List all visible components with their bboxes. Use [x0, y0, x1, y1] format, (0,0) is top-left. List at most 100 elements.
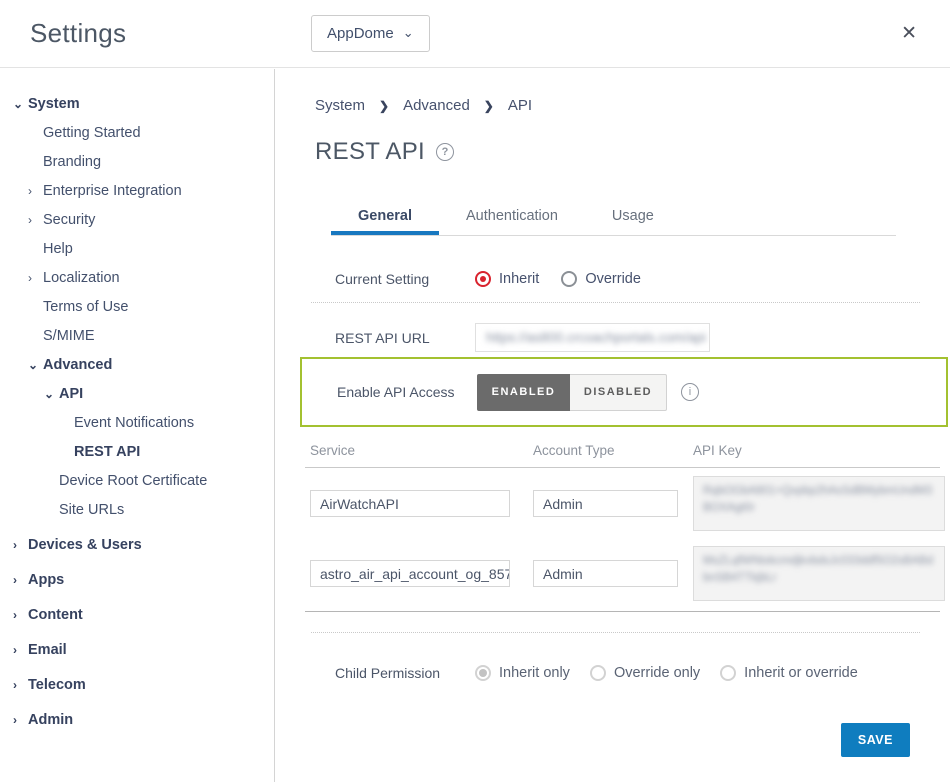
account-type-input[interactable]: Admin: [533, 560, 678, 587]
sidebar-item-label: Email: [28, 642, 67, 658]
sidebar-item-system[interactable]: ⌄ System: [0, 89, 274, 118]
sidebar-item-enterprise-integration[interactable]: › Enterprise Integration: [0, 176, 274, 205]
sidebar-item-help[interactable]: Help: [0, 234, 274, 263]
api-key-value-blurred: MsZLqfWNtxkcmdjkvbdsJc033ddf5O2sBABdbnSB…: [703, 555, 933, 584]
sidebar-item-email[interactable]: › Email: [0, 635, 274, 664]
rest-api-url-value-blurred: https://as800.crcoachportals.com/api: [486, 330, 706, 345]
chevron-down-icon: ⌄: [28, 358, 43, 372]
settings-header: Settings AppDome ⌄ ✕: [0, 0, 950, 68]
sidebar-item-localization[interactable]: › Localization: [0, 263, 274, 292]
sidebar-item-label: Branding: [43, 154, 101, 170]
sidebar-item-api[interactable]: ⌄ API: [0, 379, 274, 408]
sidebar-item-terms-of-use[interactable]: Terms of Use: [0, 292, 274, 321]
toggle-disabled-button[interactable]: DISABLED: [570, 374, 667, 411]
info-icon[interactable]: i: [681, 383, 699, 401]
current-setting-radio-group: Inherit Override: [475, 271, 641, 287]
chevron-right-icon: ›: [28, 184, 43, 198]
chevron-down-icon: ⌄: [44, 387, 59, 401]
radio-override-only-label: Override only: [614, 665, 700, 681]
toggle-enabled-button[interactable]: ENABLED: [477, 374, 570, 411]
sidebar-item-getting-started[interactable]: Getting Started: [0, 118, 274, 147]
breadcrumb-separator-icon: ❯: [484, 99, 494, 113]
radio-inherit-or-override[interactable]: Inherit or override: [720, 665, 858, 681]
save-button[interactable]: SAVE: [841, 723, 910, 757]
api-accounts-table: Service Account Type API Key AirWatchAPI…: [305, 439, 940, 612]
breadcrumb-system[interactable]: System: [315, 97, 365, 114]
radio-disabled-selected-icon[interactable]: [475, 665, 491, 681]
column-header-account-type: Account Type: [533, 443, 693, 458]
chevron-right-icon: ›: [13, 643, 28, 657]
rest-api-url-input[interactable]: https://as800.crcoachportals.com/api: [475, 323, 710, 352]
current-setting-row: Current Setting Inherit Override: [335, 271, 950, 287]
sidebar-item-label: Telecom: [28, 677, 86, 693]
service-value: astro_air_api_account_og_8576: [320, 566, 510, 582]
sidebar-item-event-notifications[interactable]: Event Notifications: [0, 408, 274, 437]
api-key-box[interactable]: RqbOGbA801+Qvpbp2hAsSdBMybmUndM3BOXAgt0r: [693, 476, 945, 531]
chevron-right-icon: ›: [28, 271, 43, 285]
radio-inherit-only-label: Inherit only: [499, 665, 570, 681]
radio-unselected-icon[interactable]: [561, 271, 577, 287]
service-input[interactable]: astro_air_api_account_og_8576: [310, 560, 510, 587]
tab-usage[interactable]: Usage: [585, 200, 681, 235]
radio-override-only[interactable]: Override only: [590, 665, 700, 681]
chevron-down-icon: ⌄: [403, 25, 414, 41]
child-permission-radio-group: Inherit only Override only Inherit or ov…: [475, 665, 858, 681]
help-icon[interactable]: ?: [436, 143, 454, 161]
sidebar-item-telecom[interactable]: › Telecom: [0, 670, 274, 699]
sidebar-item-admin[interactable]: › Admin: [0, 705, 274, 734]
chevron-down-icon: ⌄: [13, 97, 28, 111]
enable-api-access-row: Enable API Access ENABLED DISABLED i: [337, 374, 946, 411]
tab-bar: General Authentication Usage: [331, 200, 896, 236]
table-row: astro_air_api_account_og_8576 Admin MsZL…: [305, 546, 940, 601]
breadcrumb-api[interactable]: API: [508, 97, 532, 114]
column-header-service: Service: [310, 443, 533, 458]
breadcrumb-advanced[interactable]: Advanced: [403, 97, 470, 114]
enable-api-access-label: Enable API Access: [337, 384, 477, 400]
radio-override[interactable]: Override: [561, 271, 641, 287]
sidebar-item-site-urls[interactable]: Site URLs: [0, 495, 274, 524]
radio-inherit[interactable]: Inherit: [475, 271, 539, 287]
radio-inherit-only[interactable]: Inherit only: [475, 665, 570, 681]
account-type-input[interactable]: Admin: [533, 490, 678, 517]
save-row: SAVE: [276, 723, 950, 757]
radio-selected-icon[interactable]: [475, 271, 491, 287]
sidebar-item-label: Event Notifications: [74, 415, 194, 431]
service-input[interactable]: AirWatchAPI: [310, 490, 510, 517]
sidebar-item-label: Site URLs: [59, 502, 124, 518]
chevron-right-icon: ›: [13, 608, 28, 622]
table-bottom-divider: [305, 611, 940, 612]
radio-disabled-icon[interactable]: [590, 665, 606, 681]
tab-general[interactable]: General: [331, 200, 439, 235]
sidebar-item-security[interactable]: › Security: [0, 205, 274, 234]
sidebar-item-label: Apps: [28, 572, 64, 588]
sidebar-item-label: Localization: [43, 270, 120, 286]
sidebar-item-label: Device Root Certificate: [59, 473, 207, 489]
sidebar-item-smime[interactable]: S/MIME: [0, 321, 274, 350]
account-type-value: Admin: [543, 566, 583, 582]
sidebar-item-content[interactable]: › Content: [0, 600, 274, 629]
page-title: REST API: [315, 138, 425, 166]
account-type-value: Admin: [543, 496, 583, 512]
close-icon[interactable]: ✕: [901, 22, 917, 45]
sidebar-item-advanced[interactable]: ⌄ Advanced: [0, 350, 274, 379]
sidebar-item-label: Help: [43, 241, 73, 257]
sidebar-item-label: S/MIME: [43, 328, 95, 344]
chevron-right-icon: ›: [13, 538, 28, 552]
sidebar-item-rest-api[interactable]: REST API: [0, 437, 274, 466]
radio-inherit-label: Inherit: [499, 271, 539, 287]
sidebar-item-branding[interactable]: Branding: [0, 147, 274, 176]
radio-disabled-icon[interactable]: [720, 665, 736, 681]
chevron-right-icon: ›: [13, 573, 28, 587]
breadcrumb: System ❯ Advanced ❯ API: [315, 97, 950, 114]
sidebar-item-label: Admin: [28, 712, 73, 728]
breadcrumb-separator-icon: ❯: [379, 99, 389, 113]
sidebar-item-label: Content: [28, 607, 83, 623]
sidebar-item-apps[interactable]: › Apps: [0, 565, 274, 594]
table-row: AirWatchAPI Admin RqbOGbA801+Qvpbp2hAsSd…: [305, 476, 940, 531]
api-key-box[interactable]: MsZLqfWNtxkcmdjkvbdsJc033ddf5O2sBABdbnSB…: [693, 546, 945, 601]
radio-inherit-or-override-label: Inherit or override: [744, 665, 858, 681]
org-selector-button[interactable]: AppDome ⌄: [311, 15, 430, 52]
sidebar-item-device-root-certificate[interactable]: Device Root Certificate: [0, 466, 274, 495]
sidebar-item-devices-users[interactable]: › Devices & Users: [0, 530, 274, 559]
tab-authentication[interactable]: Authentication: [439, 200, 585, 235]
